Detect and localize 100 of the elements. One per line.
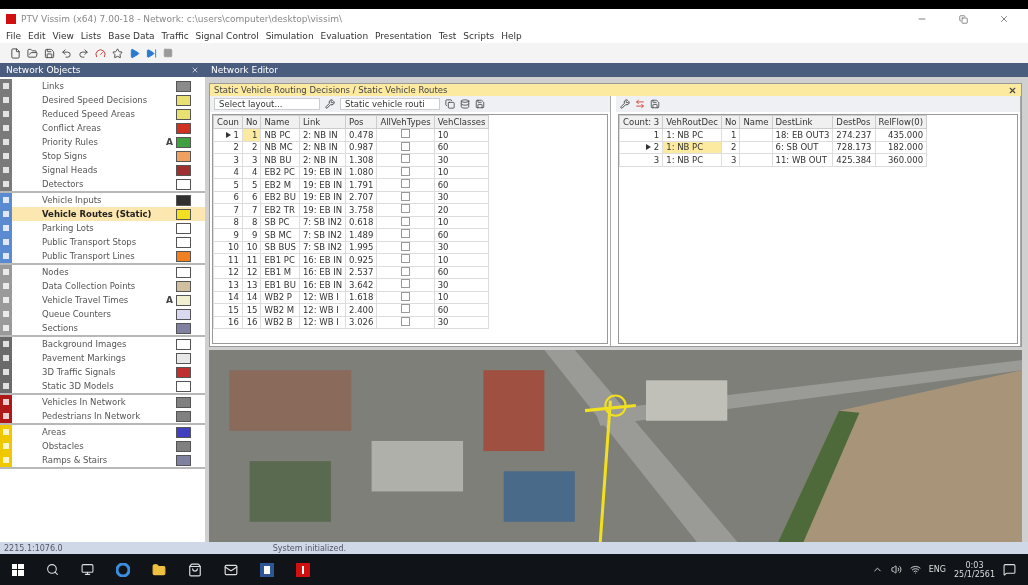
menu-item[interactable]: Traffic	[161, 31, 189, 41]
redo-icon[interactable]	[78, 47, 89, 59]
table-row[interactable]: 8 8 SB PC 7: SB IN2 0.618 10	[213, 216, 489, 229]
column-header[interactable]: VehClasses	[434, 115, 489, 129]
close-icon[interactable]	[191, 66, 199, 74]
table-row[interactable]: 2 2 NB MC 2: NB IN 0.987 60	[213, 141, 489, 154]
style-swatch-icon[interactable]	[176, 366, 191, 378]
checkbox[interactable]	[401, 129, 411, 139]
style-swatch-icon[interactable]	[176, 410, 191, 422]
table-row[interactable]: 15 15 WB2 M 12: WB I 2.400 60	[213, 303, 489, 316]
step-icon[interactable]	[146, 47, 157, 59]
style-swatch-icon[interactable]	[176, 108, 191, 120]
style-swatch-icon[interactable]	[176, 426, 191, 438]
checkbox[interactable]	[401, 216, 411, 226]
undo-icon[interactable]	[61, 47, 72, 59]
style-swatch-icon[interactable]	[176, 164, 191, 176]
checkbox[interactable]	[401, 254, 411, 264]
column-header[interactable]: Name	[739, 115, 773, 129]
menu-item[interactable]: Scripts	[463, 31, 495, 41]
checkbox[interactable]	[401, 241, 411, 251]
menu-item[interactable]: Base Data	[108, 31, 155, 41]
checkbox[interactable]	[401, 279, 411, 289]
menu-item[interactable]: Evaluation	[320, 31, 369, 41]
column-header[interactable]: Pos	[345, 115, 377, 129]
style-swatch-icon[interactable]	[176, 380, 191, 392]
gauge-icon[interactable]	[95, 47, 106, 59]
style-swatch-icon[interactable]	[176, 280, 191, 292]
checkbox[interactable]	[401, 179, 411, 189]
wrench-icon[interactable]	[620, 99, 630, 109]
table-row[interactable]: 1 1: NB PC 1 18: EB OUT3 274.237 435.000	[619, 128, 927, 141]
folder-icon[interactable]	[152, 562, 166, 577]
table-row[interactable]: 6 6 EB2 BU 19: EB IN 2.707 30	[213, 191, 489, 204]
checkbox[interactable]	[401, 316, 411, 326]
style-swatch-icon[interactable]	[176, 396, 191, 408]
style-swatch-icon[interactable]	[176, 250, 191, 262]
store-icon[interactable]	[188, 562, 202, 577]
style-swatch-icon[interactable]	[176, 222, 191, 234]
notifications-icon[interactable]	[1003, 563, 1016, 576]
label-marker[interactable]: A	[166, 295, 173, 305]
save-icon[interactable]	[475, 99, 485, 109]
style-swatch-icon[interactable]	[176, 454, 191, 466]
style-swatch-icon[interactable]	[176, 150, 191, 162]
column-header[interactable]: RelFlow(0)	[875, 115, 927, 129]
style-swatch-icon[interactable]	[176, 266, 191, 278]
wifi-icon[interactable]	[909, 564, 921, 575]
menu-item[interactable]: View	[52, 31, 74, 41]
checkbox[interactable]	[401, 166, 411, 176]
column-header[interactable]: DestPos	[832, 115, 875, 129]
copy-icon[interactable]	[445, 99, 455, 109]
vissim-app-icon[interactable]	[296, 562, 310, 577]
menu-item[interactable]: Test	[438, 31, 457, 41]
style-swatch-icon[interactable]	[176, 322, 191, 334]
style-swatch-icon[interactable]	[176, 294, 191, 306]
layout-select[interactable]: Select layout...	[214, 98, 320, 110]
label-marker[interactable]: A	[166, 137, 173, 147]
checkbox[interactable]	[401, 191, 411, 201]
column-header[interactable]: DestLink	[772, 115, 833, 129]
menu-item[interactable]: Simulation	[265, 31, 314, 41]
style-swatch-icon[interactable]	[176, 236, 191, 248]
checkbox[interactable]	[401, 291, 411, 301]
swap-icon[interactable]	[635, 99, 645, 109]
browser-icon[interactable]	[116, 562, 130, 577]
checkbox[interactable]	[401, 204, 411, 214]
style-swatch-icon[interactable]	[176, 208, 191, 220]
style-swatch-icon[interactable]	[176, 136, 191, 148]
table-row[interactable]: 3 3 NB BU 2: NB IN 1.308 30	[213, 153, 489, 166]
column-header[interactable]: AllVehTypes	[376, 115, 435, 129]
menu-item[interactable]: File	[6, 31, 22, 41]
style-swatch-icon[interactable]	[176, 178, 191, 190]
object-list-item[interactable]: Vehicle Routes (Static)	[0, 207, 205, 221]
database-icon[interactable]	[460, 99, 470, 109]
table-row[interactable]: 10 10 SB BUS 7: SB IN2 1.995 30	[213, 241, 489, 254]
menu-item[interactable]: Edit	[28, 31, 46, 41]
table-row[interactable]: 5 5 EB2 M 19: EB IN 1.791 60	[213, 178, 489, 191]
word-icon[interactable]	[260, 562, 274, 577]
style-swatch-icon[interactable]	[176, 352, 191, 364]
menu-item[interactable]: Lists	[80, 31, 102, 41]
menu-item[interactable]: Presentation	[375, 31, 432, 41]
column-header[interactable]: Name	[261, 115, 300, 129]
checkbox[interactable]	[401, 229, 411, 239]
table-row[interactable]: 12 12 EB1 M 16: EB IN 2.537 60	[213, 266, 489, 279]
table-row[interactable]: 4 4 EB2 PC 19: EB IN 1.080 10	[213, 166, 489, 179]
column-header[interactable]: Link	[299, 115, 346, 129]
checkbox[interactable]	[401, 266, 411, 276]
clock-date[interactable]: 25/1/2561	[953, 569, 995, 579]
table-row[interactable]: 16 16 WB2 B 12: WB I 3.026 30	[213, 316, 489, 329]
menu-item[interactable]: Signal Control	[195, 31, 259, 41]
table-row[interactable]: 11 11 EB1 PC 16: EB IN 0.925 10	[213, 253, 489, 266]
table-row[interactable]: 3 1: NB PC 3 11: WB OUT 425.384 360.000	[619, 153, 927, 166]
table-row[interactable]: 13 13 EB1 BU 16: EB IN 3.642 30	[213, 278, 489, 291]
list-select[interactable]: Static vehicle routi	[340, 98, 440, 110]
stop-icon[interactable]	[163, 48, 173, 58]
column-header[interactable]: Count: 3	[619, 115, 663, 129]
table-row[interactable]: 2 1: NB PC 2 6: SB OUT 728.173 182.000	[619, 141, 927, 154]
star-icon[interactable]	[112, 47, 123, 59]
start-icon[interactable]	[12, 563, 24, 576]
save-icon[interactable]	[650, 99, 660, 109]
task-view-icon[interactable]	[81, 563, 94, 576]
table-row[interactable]: 9 9 SB MC 7: SB IN2 1.489 60	[213, 228, 489, 241]
checkbox[interactable]	[401, 141, 411, 151]
